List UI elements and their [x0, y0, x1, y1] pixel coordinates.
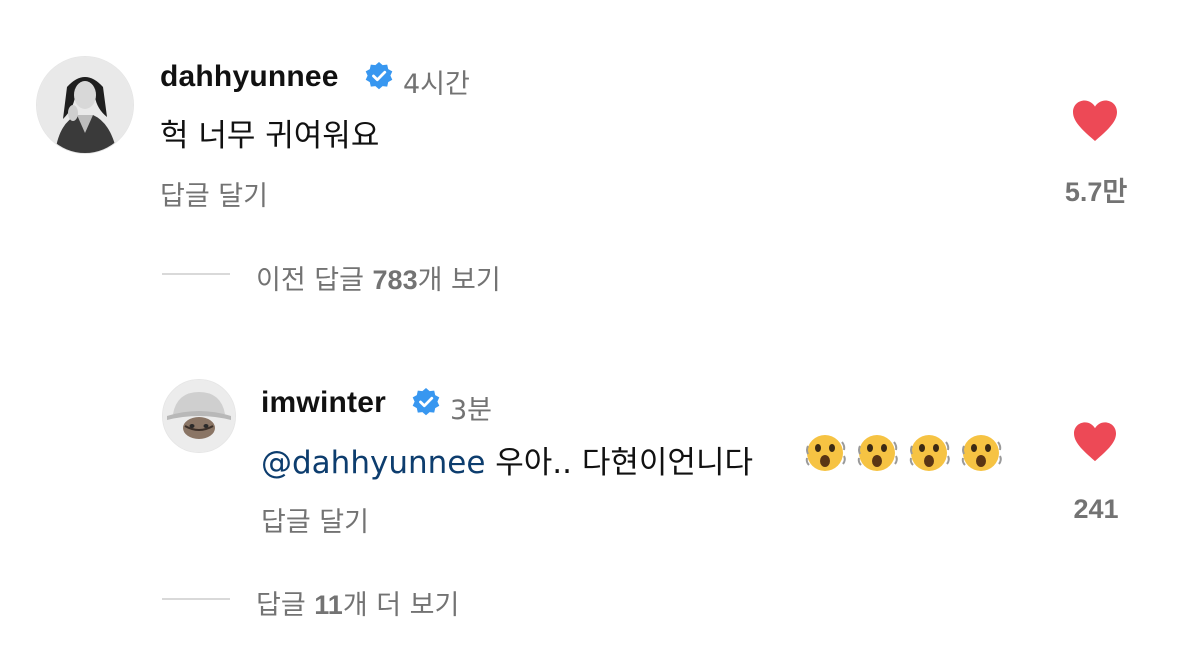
comment-timestamp: 4시간: [403, 69, 470, 100]
comment-like-heart-icon[interactable]: [1071, 99, 1119, 143]
reply-timestamp: 3분: [450, 395, 493, 426]
comment-like-count: 5.7만: [1064, 177, 1128, 207]
profile-photo-image: [163, 380, 235, 452]
replier-username[interactable]: imwinter: [261, 386, 386, 420]
reply-like-heart-icon[interactable]: [1072, 421, 1118, 463]
view-more-prefix: 답글: [256, 590, 315, 621]
astonished-face-emoji: [909, 435, 950, 471]
reply-like-count: 241: [1073, 494, 1119, 524]
profile-photo-image: [37, 57, 133, 153]
reply-text: @dahhyunnee 우아.. 다현이언니다: [261, 437, 753, 482]
commenter-avatar[interactable]: [36, 56, 134, 154]
view-previous-replies-button[interactable]: 이전 답글 783개 보기: [256, 258, 501, 297]
replier-avatar[interactable]: [162, 379, 236, 453]
thread-divider-line: [162, 273, 230, 275]
astonished-face-emoji: [805, 435, 846, 471]
astonished-face-emoji: [961, 435, 1002, 471]
view-previous-count: 783: [372, 265, 418, 295]
reply-reply-button[interactable]: 답글 달기: [261, 500, 369, 539]
view-previous-prefix: 이전 답글: [256, 265, 373, 296]
verified-badge-icon: [365, 62, 393, 90]
reply-message: 우아.. 다현이언니다: [485, 445, 753, 481]
thread-divider-line: [162, 598, 230, 600]
mention-link[interactable]: @dahhyunnee: [261, 445, 485, 481]
commenter-username[interactable]: dahhyunnee: [160, 60, 339, 94]
view-more-replies-button[interactable]: 답글 11개 더 보기: [256, 583, 459, 622]
emoji-group: [804, 432, 1004, 476]
view-more-suffix: 개 더 보기: [342, 590, 460, 621]
comment-reply-button[interactable]: 답글 달기: [160, 174, 268, 213]
view-previous-suffix: 개 보기: [417, 265, 501, 296]
astonished-face-emoji: [857, 435, 898, 471]
comment-text: 헉 너무 귀여워요: [160, 118, 380, 154]
verified-badge-icon: [412, 388, 440, 416]
view-more-count: 11: [314, 590, 343, 620]
